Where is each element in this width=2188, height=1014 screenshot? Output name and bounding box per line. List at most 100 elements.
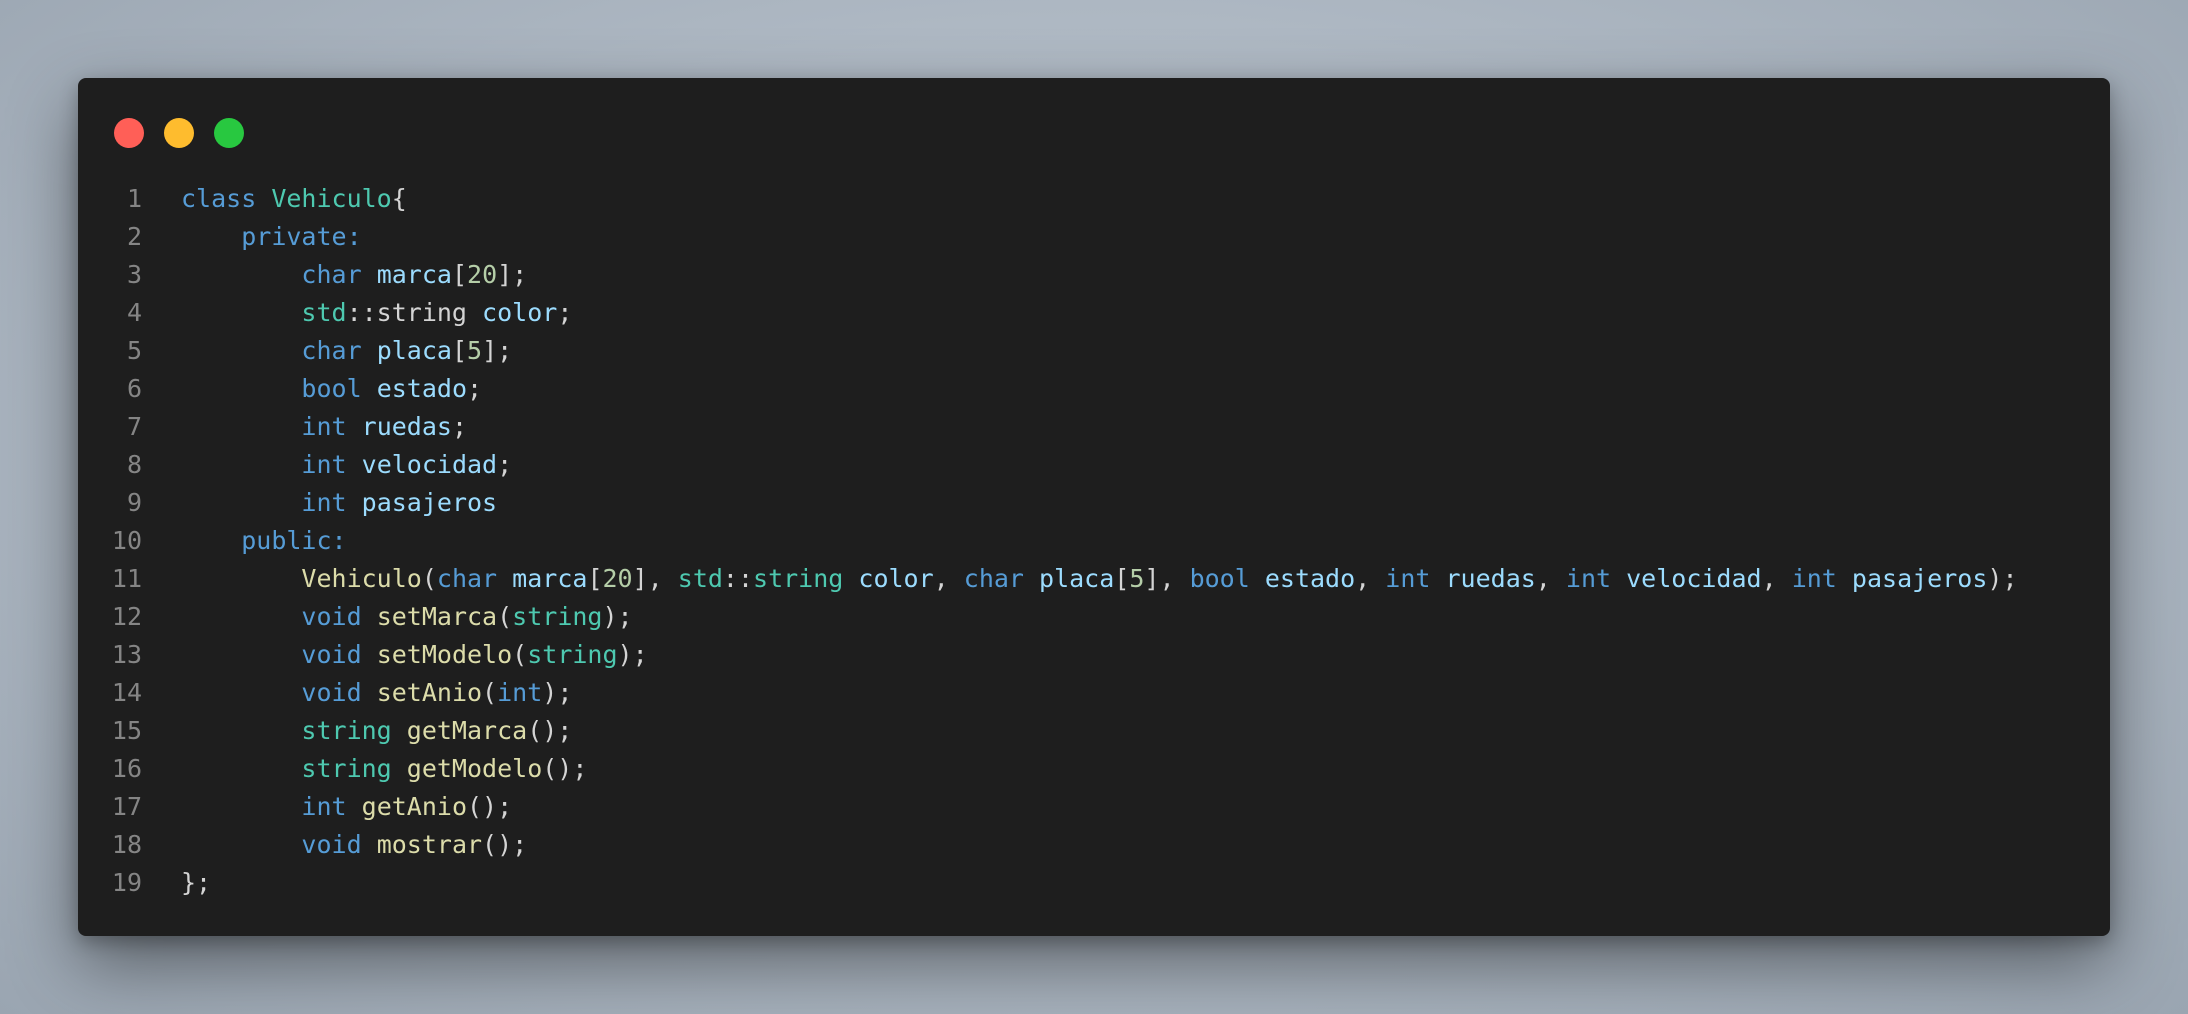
code-token: ( [512, 640, 528, 669]
line-number: 6 [126, 374, 142, 403]
code-token: getModelo [406, 754, 543, 783]
line-number: 1 [126, 184, 142, 213]
code-token: 20 [467, 260, 498, 289]
code-line: 17 int getAnio(); [78, 788, 2110, 826]
code-token: char [301, 260, 377, 289]
code-line-text: int getAnio(); [181, 788, 512, 826]
code-line: 14 void setAnio(int); [78, 674, 2110, 712]
code-token: estado [1264, 564, 1356, 593]
code-line-text: class Vehiculo{ [181, 180, 407, 218]
code-line: 1 class Vehiculo{ [78, 180, 2110, 218]
code-line: 7 int ruedas; [78, 408, 2110, 446]
code-token: setAnio [376, 678, 483, 707]
code-token: }; [181, 868, 212, 897]
line-number: 4 [126, 298, 142, 327]
code-token: ); [542, 678, 573, 707]
code-line-text: void mostrar(); [181, 826, 527, 864]
code-line-text: int ruedas; [181, 408, 467, 446]
code-token: char [301, 336, 377, 365]
code-line-text: string getMarca(); [181, 712, 572, 750]
code-line: 5 char placa[5]; [78, 332, 2110, 370]
code-token: ); [1987, 564, 2018, 593]
line-number: 13 [111, 640, 142, 669]
code-block: 1 class Vehiculo{2 private: 3 char marca[2… [78, 180, 2110, 902]
code-token: std [301, 298, 347, 327]
line-number: 8 [126, 450, 142, 479]
code-token: [ [1114, 564, 1130, 593]
code-token: int [301, 412, 362, 441]
minimize-window-dot-icon[interactable] [164, 118, 194, 148]
code-token: ]; [497, 260, 528, 289]
code-token: string [301, 716, 407, 745]
code-token: ( [482, 678, 498, 707]
line-number: 14 [111, 678, 142, 707]
code-line-text: bool estado; [181, 370, 482, 408]
code-token: ]; [482, 336, 513, 365]
code-token: char [963, 564, 1040, 593]
code-token: marca [512, 564, 588, 593]
code-token: [ [451, 260, 468, 289]
code-token: public: [241, 526, 347, 555]
code-line: 3 char marca[20]; [78, 256, 2110, 294]
code-token: void [301, 830, 377, 859]
code-token: (); [527, 716, 573, 745]
code-token: ; [451, 412, 468, 441]
code-token: { [391, 184, 407, 213]
code-line: 13 void setModelo(string); [78, 636, 2110, 674]
code-token: [ [451, 336, 468, 365]
code-line-text: int velocidad; [181, 446, 512, 484]
close-window-dot-icon[interactable] [114, 118, 144, 148]
code-token: char [436, 564, 513, 593]
code-token: setModelo [376, 640, 513, 669]
code-token: pasajeros [1851, 564, 1988, 593]
code-token: ); [617, 640, 648, 669]
code-token: int [1565, 564, 1627, 593]
line-number: 18 [111, 830, 142, 859]
code-line-text: char placa[5]; [181, 332, 512, 370]
code-token: ], [632, 564, 678, 593]
screenshot-background: { "window": { "controls": [ {"name": "cl… [0, 0, 2188, 1014]
code-token: ::string [346, 298, 483, 327]
code-line: 9 int pasajeros [78, 484, 2110, 522]
maximize-window-dot-icon[interactable] [214, 118, 244, 148]
code-token: Vehiculo [271, 184, 392, 213]
code-token: string [527, 640, 618, 669]
code-token: ; [497, 450, 513, 479]
line-number: 16 [111, 754, 142, 783]
code-line-text: void setModelo(string); [181, 636, 648, 674]
code-token: ruedas [1445, 564, 1536, 593]
code-token: placa [1039, 564, 1115, 593]
code-token: ruedas [361, 412, 452, 441]
code-token: pasajeros [361, 488, 498, 517]
code-token: placa [376, 336, 452, 365]
line-number: 12 [111, 602, 142, 631]
code-token: 20 [602, 564, 633, 593]
code-window: 1 class Vehiculo{2 private: 3 char marca[2… [78, 78, 2110, 936]
code-token: bool [1189, 564, 1265, 593]
code-token: estado [376, 374, 467, 403]
code-line-text: public: [181, 522, 347, 560]
code-token: ( [497, 602, 513, 631]
code-line: 19}; [78, 864, 2110, 902]
line-number: 7 [126, 412, 142, 441]
code-token: , [1355, 564, 1386, 593]
code-line-text: private: [181, 218, 361, 256]
code-line: 15 string getMarca(); [78, 712, 2110, 750]
code-token: std [677, 564, 723, 593]
code-token: int [301, 450, 362, 479]
code-token: , [1761, 564, 1792, 593]
line-number: 3 [126, 260, 142, 289]
code-token: , [933, 564, 964, 593]
code-line-text: int pasajeros [181, 484, 497, 522]
code-line-text: string getModelo(); [181, 750, 587, 788]
